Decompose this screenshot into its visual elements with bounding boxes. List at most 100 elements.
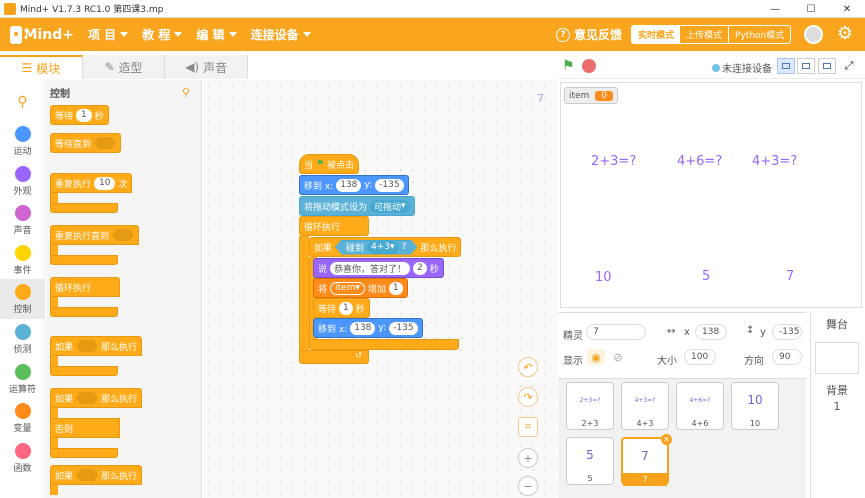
y-field[interactable]: -135 [772, 324, 802, 340]
redo-icon[interactable]: ↷ [518, 387, 538, 407]
x-input[interactable]: 138 [336, 178, 362, 192]
goto-xy-block[interactable]: 移到 x: 138 y: -135 [299, 175, 409, 195]
tab-costumes[interactable]: ✎ 造型 [82, 55, 166, 79]
x-label: x [684, 327, 690, 338]
search-category[interactable]: ⚲ [0, 94, 45, 110]
y-input[interactable]: -135 [389, 321, 418, 335]
block-text: 重复执行直到 [55, 231, 110, 242]
large-stage-icon[interactable] [818, 58, 836, 74]
fullscreen-icon[interactable]: ⤢ [840, 58, 858, 74]
category-motion[interactable]: 运动 [0, 126, 45, 157]
menu-tutorial[interactable]: 教 程 [142, 26, 183, 43]
menu-project[interactable]: 项 目 [88, 26, 129, 43]
variable-dropdown[interactable]: item ▾ [330, 281, 365, 295]
close-window-button[interactable]: ✕ [829, 0, 865, 18]
wait-until-block[interactable]: 等待直到 [50, 133, 122, 153]
stop-icon[interactable] [582, 59, 596, 73]
category-variables[interactable]: 变量 [0, 403, 45, 434]
upload-mode-button[interactable]: 上传模式 [680, 26, 728, 43]
x-input[interactable]: 138 [350, 321, 376, 335]
stage-panel[interactable]: 舞台 背景 1 [810, 312, 862, 498]
question-sprite-4plus3[interactable]: 4+3=? [752, 154, 797, 169]
maximize-button[interactable]: ☐ [793, 0, 829, 18]
category-operators[interactable]: 运算符 [0, 364, 45, 395]
forever-block[interactable]: 循环执行 [50, 277, 120, 317]
minimize-button[interactable]: — [757, 0, 793, 18]
pin-icon[interactable]: ⚲ [182, 86, 190, 99]
sprite-tile-selected[interactable]: 7 7 ✕ [621, 434, 672, 486]
wait-block[interactable]: 等待 1 秒 [50, 105, 109, 125]
if-then-script-block[interactable]: 如果 碰到 4+3 ▾? 那么执行 [309, 237, 462, 257]
menu-tutorial-label: 教 程 [142, 28, 171, 42]
category-looks[interactable]: 外观 [0, 166, 45, 197]
sprite-tile[interactable]: 4+3=? 4+3 [621, 382, 669, 430]
category-events[interactable]: 事件 [0, 245, 45, 276]
if-then-block[interactable]: 如果 那么执行 [50, 336, 143, 376]
if-then-block-2[interactable]: 如果 那么执行 [50, 465, 143, 495]
wait-input[interactable]: 1 [339, 301, 353, 315]
answer-sprite-10[interactable]: 10 [595, 270, 612, 285]
category-label: 声音 [13, 226, 32, 236]
wait-script-block[interactable]: 等待 1 秒 [313, 298, 370, 318]
when-flag-clicked-block[interactable]: 当 ⚑ 被点击 [299, 154, 360, 174]
sprite-name-field[interactable]: 7 [586, 324, 646, 340]
size-field[interactable]: 100 [684, 349, 716, 365]
sprite-tile[interactable]: 4+6=? 4+6 [676, 382, 724, 430]
message-input[interactable]: 恭喜你，答对了！ [330, 261, 411, 275]
green-flag-icon[interactable]: ⚑ [562, 58, 578, 74]
sprite-tile[interactable]: 2+3=? 2+3 [566, 382, 614, 430]
block-input[interactable]: 10 [94, 176, 116, 190]
small-stage-icon[interactable] [777, 58, 795, 74]
python-mode-button[interactable]: Python模式 [728, 26, 790, 43]
x-field[interactable]: 138 [695, 324, 727, 340]
repeat-until-block[interactable]: 重复执行直到 [50, 225, 140, 265]
answer-sprite-7[interactable]: 7 [786, 269, 794, 284]
say-for-secs-block[interactable]: 说恭喜你，答对了！ 2 秒 [313, 258, 444, 278]
gear-icon[interactable]: ⚙ [835, 24, 855, 44]
logo-text: Mind+ [23, 26, 74, 43]
menu-connect-device[interactable]: 连接设备 [251, 26, 311, 43]
user-avatar[interactable] [804, 25, 823, 44]
category-functions[interactable]: 函数 [0, 443, 45, 474]
touching-dropdown[interactable]: 4+3 ▾ [367, 240, 399, 254]
tab-blocks[interactable]: ☰ 模块 [0, 55, 83, 79]
category-control[interactable]: 控制 [0, 279, 45, 319]
sprite-tile[interactable]: 55 [566, 437, 614, 485]
show-eye-icon[interactable]: ◉ [587, 349, 605, 365]
answer-sprite-5[interactable]: 5 [702, 269, 710, 284]
question-sprite-2plus3[interactable]: 2+3=? [591, 154, 636, 169]
tab-sounds[interactable]: ◀) 声音 [165, 55, 249, 79]
sprite-name: 5 [587, 474, 593, 483]
touching-block[interactable]: 碰到 4+3 ▾? [335, 239, 418, 255]
category-sound[interactable]: 声音 [0, 205, 45, 236]
connection-status[interactable]: 未连接设备 [712, 60, 772, 75]
split-layout-icon[interactable] [797, 58, 815, 74]
undo-icon[interactable]: ↶ [518, 357, 538, 377]
functions-dot-icon [14, 443, 31, 459]
change-variable-block[interactable]: 将 item ▾ 增加 1 [313, 278, 408, 298]
realtime-mode-button[interactable]: 实时模式 [632, 26, 681, 43]
direction-field[interactable]: 90 [772, 349, 802, 365]
crop-icon[interactable]: ⌗ [518, 417, 538, 437]
category-sensing[interactable]: 侦测 [0, 324, 45, 355]
forever-loop-block[interactable]: 循环执行 [299, 216, 369, 236]
goto-xy-block-2[interactable]: 移到 x: 138 y: -135 [313, 318, 423, 338]
x-arrow-icon: ↔ [667, 326, 676, 337]
change-value-input[interactable]: 1 [388, 281, 403, 295]
if-else-block[interactable]: 如果 那么执行 否则 [50, 388, 143, 458]
zoom-in-icon[interactable]: + [518, 448, 538, 468]
zoom-out-icon[interactable]: − [518, 476, 538, 496]
secs-input[interactable]: 2 [413, 261, 427, 275]
sprite-tile[interactable]: 10 10 [731, 382, 779, 430]
y-input[interactable]: -135 [375, 178, 404, 192]
repeat-block[interactable]: 重复执行 10 次 [50, 173, 133, 213]
question-sprite-4plus6[interactable]: 4+6=? [677, 154, 722, 169]
delete-sprite-icon[interactable]: ✕ [661, 434, 672, 445]
hide-eye-icon[interactable]: ⊘ [609, 349, 627, 365]
stage-thumbnail[interactable] [815, 342, 859, 374]
menu-edit[interactable]: 编 辑 [196, 26, 237, 43]
feedback-button[interactable]: ? 意见反馈 [556, 26, 622, 43]
block-input[interactable]: 1 [76, 108, 92, 122]
set-drag-mode-block[interactable]: 将拖动模式设为 可拖动 ▾ [299, 196, 415, 216]
drag-mode-dropdown[interactable]: 可拖动 ▾ [370, 199, 410, 213]
